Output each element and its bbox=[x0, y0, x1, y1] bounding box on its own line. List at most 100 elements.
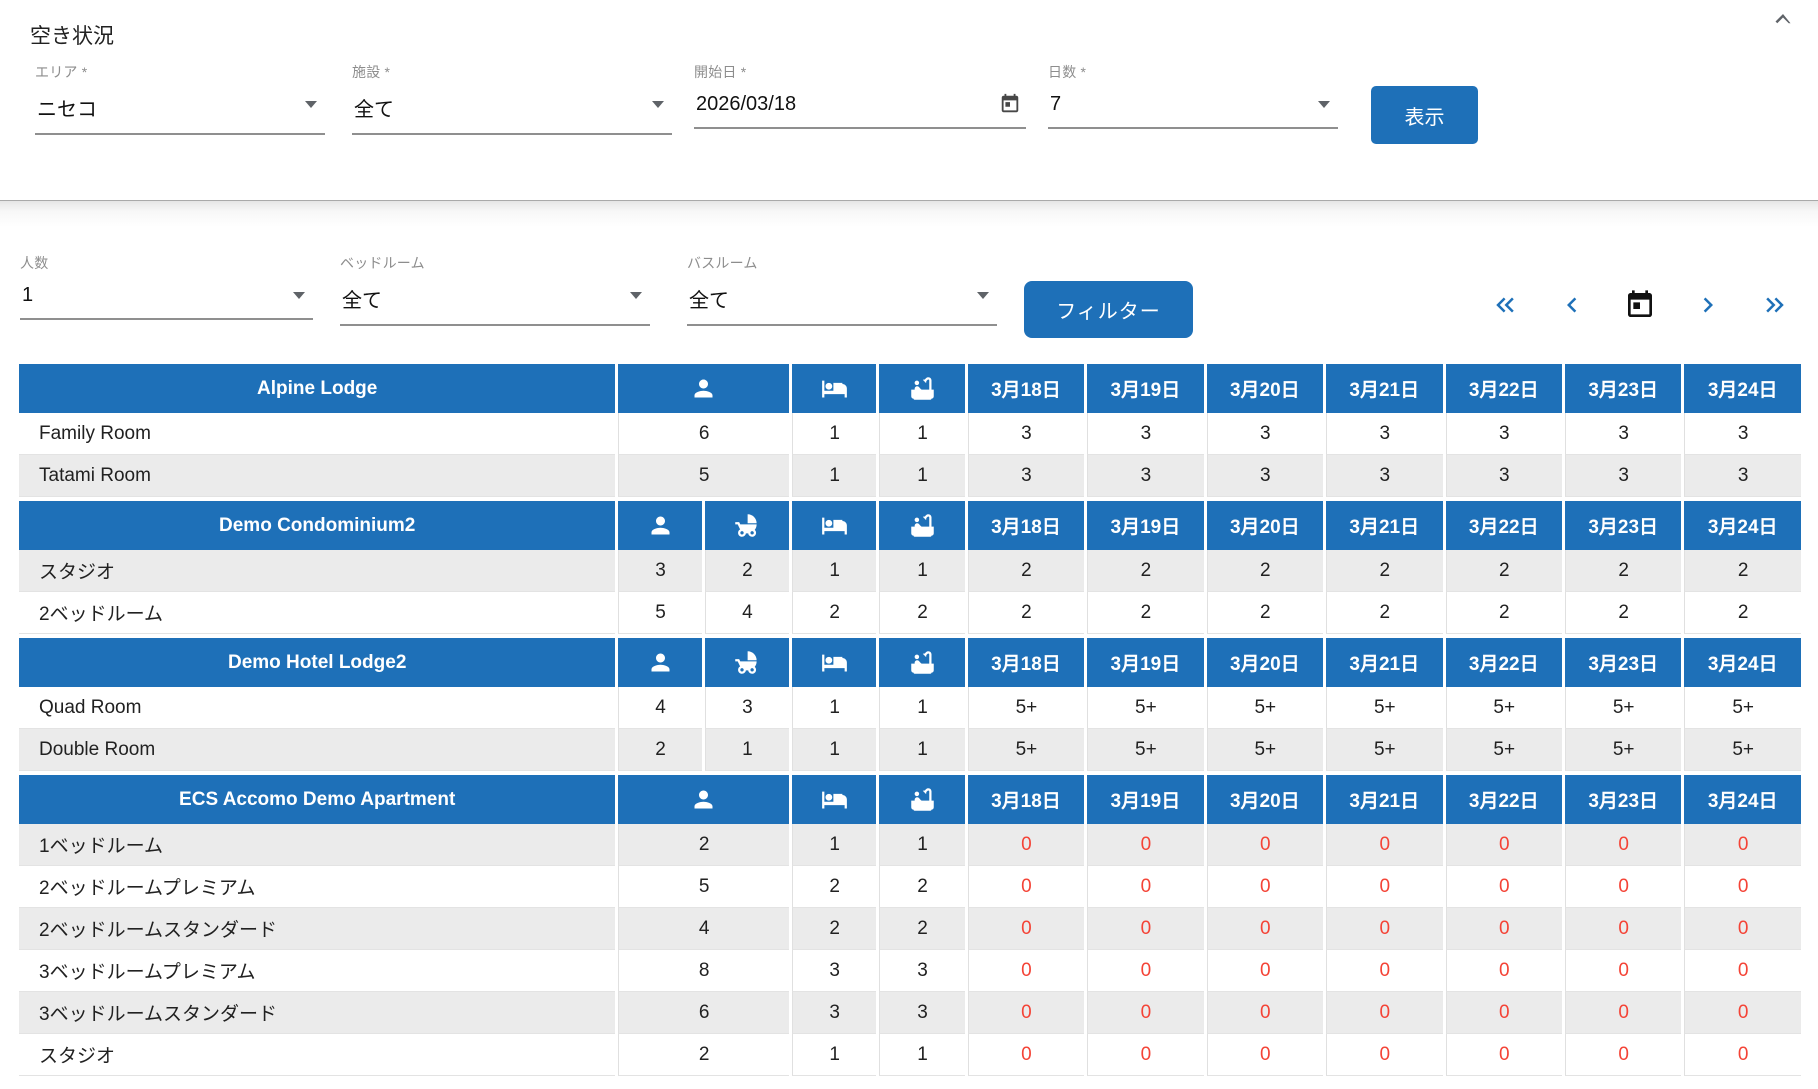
availability-cell: 0 bbox=[1446, 950, 1562, 992]
guests-label: 人数 bbox=[20, 253, 313, 273]
infants-cell: 1 bbox=[705, 729, 789, 771]
property-name: ECS Accomo Demo Apartment bbox=[19, 775, 615, 824]
date-header: 3月19日 bbox=[1087, 501, 1203, 550]
days-value[interactable]: 7 bbox=[1048, 92, 1338, 129]
double-chevron-right-icon[interactable] bbox=[1760, 290, 1790, 320]
bathrooms-cell: 1 bbox=[879, 550, 964, 592]
room-name: 3ベッドルームスタンダード bbox=[19, 992, 615, 1034]
availability-cell: 3 bbox=[968, 413, 1084, 455]
date-header: 3月22日 bbox=[1446, 364, 1562, 413]
chevron-up-icon[interactable] bbox=[1768, 4, 1798, 34]
start-date-value[interactable]: 2026/03/18 bbox=[694, 92, 1026, 129]
infants-cell: 2 bbox=[705, 550, 789, 592]
bathrooms-value-text: 全て bbox=[689, 290, 729, 312]
property-name: Alpine Lodge bbox=[19, 364, 615, 413]
availability-cell: 2 bbox=[968, 592, 1084, 634]
facility-value[interactable]: 全て bbox=[352, 92, 672, 135]
room-row: 2ベッドルームスタンダード4220000000 bbox=[19, 908, 1801, 950]
availability-cell: 5+ bbox=[1087, 729, 1203, 771]
availability-cell: 0 bbox=[1087, 824, 1203, 866]
bedrooms-value[interactable]: 全て bbox=[340, 283, 650, 326]
date-header: 3月24日 bbox=[1684, 775, 1801, 824]
bed-icon bbox=[792, 638, 876, 687]
availability-cell: 0 bbox=[968, 908, 1084, 950]
date-header: 3月18日 bbox=[968, 364, 1084, 413]
availability-cell: 2 bbox=[1684, 592, 1801, 634]
availability-cell: 2 bbox=[1326, 550, 1442, 592]
availability-cell: 3 bbox=[1207, 455, 1323, 497]
availability-cell: 5+ bbox=[1684, 687, 1801, 729]
room-name: 1ベッドルーム bbox=[19, 824, 615, 866]
room-name: スタジオ bbox=[19, 1034, 615, 1076]
property-table: Demo Hotel Lodge23月18日3月19日3月20日3月21日3月2… bbox=[16, 638, 1804, 771]
date-navigation bbox=[1490, 289, 1790, 321]
availability-cell: 0 bbox=[1446, 866, 1562, 908]
bathrooms-cell: 2 bbox=[879, 866, 964, 908]
availability-cell: 2 bbox=[968, 550, 1084, 592]
bathrooms-value[interactable]: 全て bbox=[687, 283, 997, 326]
facility-field[interactable]: 施設 *全て bbox=[352, 62, 672, 135]
availability-cell: 3 bbox=[968, 455, 1084, 497]
room-row: 1ベッドルーム2110000000 bbox=[19, 824, 1801, 866]
days-value-text: 7 bbox=[1050, 93, 1061, 115]
availability-cell: 2 bbox=[1207, 592, 1323, 634]
show-button[interactable]: 表示 bbox=[1371, 86, 1478, 144]
facility-value-text: 全て bbox=[354, 99, 394, 121]
guests-field[interactable]: 人数 1 bbox=[20, 253, 313, 320]
area-field[interactable]: エリア *ニセコ bbox=[35, 62, 325, 135]
availability-cell: 0 bbox=[968, 824, 1084, 866]
availability-cell: 5+ bbox=[1565, 729, 1681, 771]
bath-icon bbox=[879, 364, 964, 413]
availability-cell: 0 bbox=[1565, 824, 1681, 866]
availability-cell: 5+ bbox=[1565, 687, 1681, 729]
bathrooms-cell: 1 bbox=[879, 824, 964, 866]
filter-button[interactable]: フィルター bbox=[1024, 281, 1193, 338]
double-chevron-left-icon[interactable] bbox=[1490, 290, 1520, 320]
room-name: 2ベッドルーム bbox=[19, 592, 615, 634]
bathrooms-label: バスルーム bbox=[687, 253, 997, 273]
room-row: Quad Room43115+5+5+5+5+5+5+ bbox=[19, 687, 1801, 729]
bedrooms-cell: 1 bbox=[792, 687, 876, 729]
availability-cell: 5+ bbox=[1446, 687, 1562, 729]
bathrooms-field[interactable]: バスルーム全て bbox=[687, 253, 997, 326]
room-name: 3ベッドルームプレミアム bbox=[19, 950, 615, 992]
room-row: スタジオ2110000000 bbox=[19, 1034, 1801, 1076]
date-header: 3月23日 bbox=[1565, 364, 1681, 413]
availability-cell: 0 bbox=[1207, 908, 1323, 950]
chevron-left-icon[interactable] bbox=[1557, 290, 1587, 320]
date-header: 3月18日 bbox=[968, 775, 1084, 824]
date-header: 3月22日 bbox=[1446, 501, 1562, 550]
availability-cell: 0 bbox=[1446, 908, 1562, 950]
availability-cell: 0 bbox=[1087, 992, 1203, 1034]
start-date-field[interactable]: 開始日 *2026/03/18 bbox=[694, 62, 1026, 129]
date-header: 3月22日 bbox=[1446, 638, 1562, 687]
availability-cell: 0 bbox=[1565, 866, 1681, 908]
bedrooms-cell: 1 bbox=[792, 824, 876, 866]
availability-cell: 2 bbox=[1326, 592, 1442, 634]
availability-cell: 5+ bbox=[1326, 687, 1442, 729]
availability-cell: 0 bbox=[1087, 950, 1203, 992]
availability-cell: 0 bbox=[968, 1034, 1084, 1076]
page-title: 空き状況 bbox=[30, 20, 114, 50]
date-header: 3月18日 bbox=[968, 638, 1084, 687]
date-header: 3月19日 bbox=[1087, 638, 1203, 687]
person-icon bbox=[618, 775, 789, 824]
availability-cell: 0 bbox=[1565, 950, 1681, 992]
room-name: Family Room bbox=[19, 413, 615, 455]
calendar-icon[interactable] bbox=[999, 93, 1021, 115]
availability-cell: 0 bbox=[1684, 950, 1801, 992]
chevron-right-icon[interactable] bbox=[1693, 290, 1723, 320]
availability-cell: 2 bbox=[1565, 592, 1681, 634]
room-name: Double Room bbox=[19, 729, 615, 771]
room-row: Family Room6113333333 bbox=[19, 413, 1801, 455]
days-field[interactable]: 日数 *7 bbox=[1048, 62, 1338, 129]
bedrooms-cell: 1 bbox=[792, 413, 876, 455]
guests-value[interactable]: 1 bbox=[20, 283, 313, 320]
availability-cell: 0 bbox=[1684, 992, 1801, 1034]
area-value[interactable]: ニセコ bbox=[35, 92, 325, 135]
capacity-cell: 4 bbox=[618, 908, 789, 950]
bedrooms-field[interactable]: ベッドルーム全て bbox=[340, 253, 650, 326]
calendar-icon[interactable] bbox=[1624, 289, 1656, 321]
date-header: 3月19日 bbox=[1087, 364, 1203, 413]
bedrooms-cell: 1 bbox=[792, 729, 876, 771]
